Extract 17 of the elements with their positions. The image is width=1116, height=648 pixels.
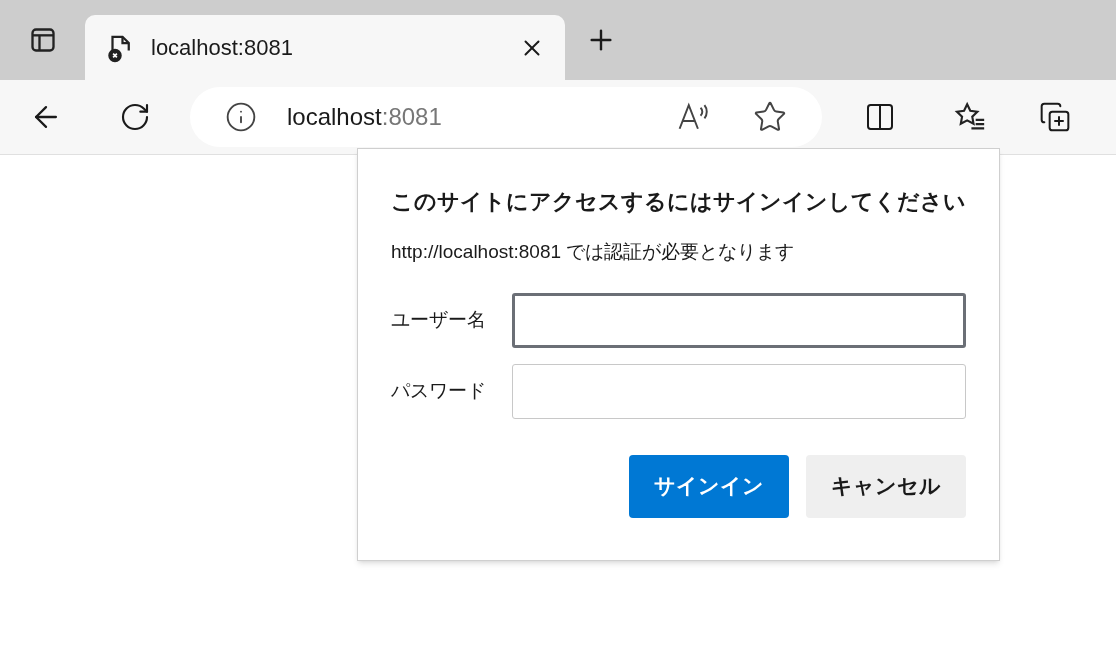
input-field[interactable] xyxy=(511,292,966,348)
address-bar[interactable]: localhost:8081 xyxy=(190,87,822,147)
input-field[interactable] xyxy=(511,363,966,419)
sign-in-button[interactable]: サインイン xyxy=(629,454,789,518)
cancel-button[interactable]: キャンセル xyxy=(806,454,966,518)
dialog-title: このサイトにアクセスするにはサインインしてください xyxy=(391,188,966,216)
dialog-message: http://localhost:8081 では認証が必要となります xyxy=(391,240,796,264)
split-screen-icon[interactable] xyxy=(864,101,896,133)
star-icon[interactable] xyxy=(753,100,787,134)
tab-title: localhost:8081 xyxy=(151,34,294,62)
browser-tab[interactable]: localhost:8081 xyxy=(85,15,565,80)
address-text: localhost:8081 xyxy=(287,102,443,132)
field-label: パスワード xyxy=(391,378,487,403)
sidebar-icon[interactable] xyxy=(28,26,57,54)
collections-icon[interactable] xyxy=(1039,101,1071,133)
info-icon[interactable] xyxy=(225,101,257,133)
field-label: ユーザー名 xyxy=(391,307,487,332)
